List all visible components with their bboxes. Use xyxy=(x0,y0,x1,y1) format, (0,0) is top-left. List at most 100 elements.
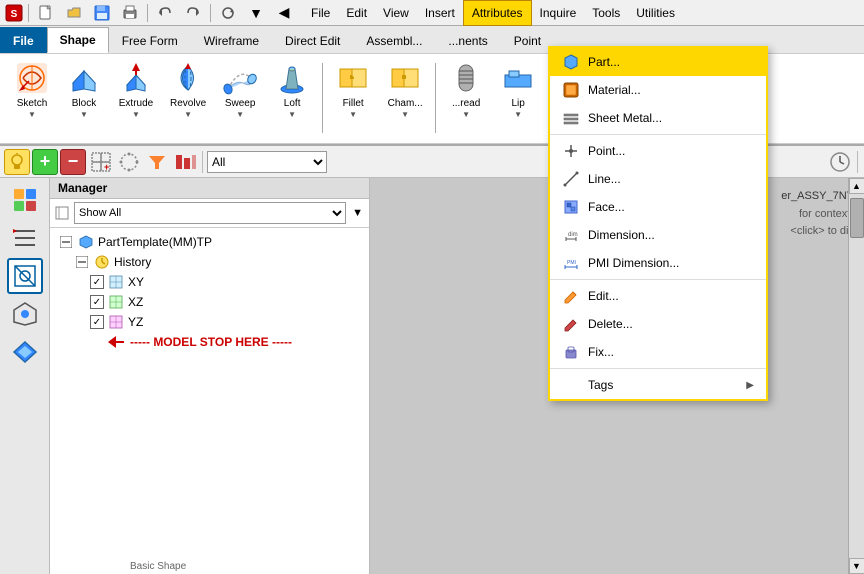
xy-plane-icon xyxy=(108,274,124,290)
pmi-menu-label: PMI Dimension... xyxy=(588,256,754,270)
sketch-icon xyxy=(14,60,50,96)
btn-loft[interactable]: Loft ▼ xyxy=(268,58,316,139)
btn-sweep[interactable]: Sweep ▼ xyxy=(216,58,264,139)
grid-add-btn[interactable]: + xyxy=(88,149,114,175)
btn-fillet[interactable]: Fillet ▼ xyxy=(329,58,377,139)
menu-item-delete[interactable]: Delete... xyxy=(550,310,766,338)
separator-2 xyxy=(550,279,766,280)
extrude-label: Extrude xyxy=(119,98,153,110)
btn-extrude[interactable]: Extrude ▼ xyxy=(112,58,160,139)
light-btn[interactable] xyxy=(4,149,30,175)
menu-item-tags[interactable]: Tags ▶ xyxy=(550,371,766,399)
tab-more[interactable]: ...nents xyxy=(435,27,500,53)
tab-wireframe[interactable]: Wireframe xyxy=(191,27,272,53)
tab-shape[interactable]: Shape xyxy=(47,27,109,53)
menu-edit[interactable]: Edit xyxy=(338,0,375,26)
menu-utilities[interactable]: Utilities xyxy=(628,0,683,26)
show-all-select[interactable]: Show All xyxy=(74,202,346,224)
filter-select[interactable]: All xyxy=(207,151,327,173)
menu-item-line[interactable]: Line... xyxy=(550,165,766,193)
lip-arrow: ▼ xyxy=(514,110,522,119)
menu-item-fix[interactable]: Fix... xyxy=(550,338,766,366)
xy-checkbox[interactable]: ✓ xyxy=(90,275,104,289)
circle-btn[interactable] xyxy=(116,149,142,175)
new-btn[interactable] xyxy=(33,0,59,26)
yz-plane-icon xyxy=(108,314,124,330)
btn-chamfer[interactable]: Cham... ▼ xyxy=(381,58,429,139)
clock-btn[interactable] xyxy=(827,149,853,175)
filter-btn[interactable] xyxy=(144,149,170,175)
redo-btn[interactable] xyxy=(180,0,206,26)
menu-file[interactable]: File xyxy=(303,0,338,26)
menu-item-dimension[interactable]: dim Dimension... xyxy=(550,221,766,249)
tree-root[interactable]: PartTemplate(MM)TP xyxy=(54,232,365,252)
btn-revolve[interactable]: Revolve ▼ xyxy=(164,58,212,139)
menu-tools[interactable]: Tools xyxy=(584,0,628,26)
sheet-metal-menu-label: Sheet Metal... xyxy=(588,111,754,125)
thread-arrow: ▼ xyxy=(462,110,470,119)
tree-xy[interactable]: ✓ XY xyxy=(86,272,365,292)
tab-freeform[interactable]: Free Form xyxy=(109,27,191,53)
scroll-up[interactable]: ▲ xyxy=(849,178,864,194)
btn-lip[interactable]: Lip ▼ xyxy=(494,58,542,139)
tab-point[interactable]: Point xyxy=(501,27,554,53)
sidebar-btn-2[interactable] xyxy=(7,220,43,256)
menu-item-face[interactable]: Face... xyxy=(550,193,766,221)
tree-xz[interactable]: ✓ XZ xyxy=(86,292,365,312)
scroll-down[interactable]: ▼ xyxy=(849,558,864,574)
menu-item-material[interactable]: Material... xyxy=(550,76,766,104)
xz-checkbox[interactable]: ✓ xyxy=(90,295,104,309)
menu-insert[interactable]: Insert xyxy=(417,0,463,26)
svg-text:+: + xyxy=(104,162,109,172)
rotate-down-btn[interactable]: ▼ xyxy=(243,0,269,26)
save-btn[interactable] xyxy=(89,0,115,26)
rotate-btn[interactable] xyxy=(215,0,241,26)
bars-btn[interactable] xyxy=(172,149,198,175)
sheet-metal-menu-icon xyxy=(562,109,580,127)
tab-directedit[interactable]: Direct Edit xyxy=(272,27,353,53)
scroll-thumb[interactable] xyxy=(850,198,864,238)
extrude-icon xyxy=(118,60,154,96)
sidebar-btn-1[interactable] xyxy=(7,182,43,218)
remove-btn[interactable]: − xyxy=(60,149,86,175)
sidebar-btn-5[interactable] xyxy=(7,334,43,370)
yz-checkbox[interactable]: ✓ xyxy=(90,315,104,329)
sidebar-btn-3[interactable] xyxy=(7,258,43,294)
sweep-icon xyxy=(222,60,258,96)
undo-btn[interactable] xyxy=(152,0,178,26)
btn-block[interactable]: Block ▼ xyxy=(60,58,108,139)
loft-arrow: ▼ xyxy=(288,110,296,119)
menu-attributes[interactable]: Attributes xyxy=(463,0,532,26)
menu-item-pmi[interactable]: PMI PMI Dimension... xyxy=(550,249,766,277)
block-arrow: ▼ xyxy=(80,110,88,119)
tab-assembly[interactable]: Assembl... xyxy=(353,27,435,53)
menu-item-sheet-metal[interactable]: Sheet Metal... xyxy=(550,104,766,132)
back-btn[interactable]: ◀ xyxy=(271,0,297,26)
fillet-arrow: ▼ xyxy=(349,110,357,119)
tree-yz[interactable]: ✓ YZ xyxy=(86,312,365,332)
menu-inquire[interactable]: Inquire xyxy=(532,0,585,26)
tab-file[interactable]: File xyxy=(0,27,47,53)
part-menu-icon xyxy=(562,53,580,71)
menu-view[interactable]: View xyxy=(375,0,417,26)
root-label: PartTemplate(MM)TP xyxy=(98,235,212,249)
assembly-text: er_ASSY_7NY xyxy=(781,188,854,206)
sketch-label: Sketch xyxy=(17,98,48,110)
tree-history[interactable]: History xyxy=(70,252,365,272)
right-scrollbar[interactable]: ▲ ▼ xyxy=(848,178,864,574)
add-btn[interactable]: + xyxy=(32,149,58,175)
sidebar-btn-4[interactable] xyxy=(7,296,43,332)
menu-item-edit[interactable]: Edit... xyxy=(550,282,766,310)
sweep-label: Sweep xyxy=(225,98,256,110)
menu-item-part[interactable]: Part... xyxy=(550,48,766,76)
btn-sketch[interactable]: Sketch ▼ xyxy=(8,58,56,139)
open-btn[interactable] xyxy=(61,0,87,26)
print-btn[interactable] xyxy=(117,0,143,26)
dropdown-menu: Part... Material... Sheet Metal... xyxy=(548,46,768,401)
svg-text:S: S xyxy=(11,9,18,20)
part-menu-label: Part... xyxy=(588,55,754,69)
manager-panel: Manager Show All ▼ PartTemplate(MM)TP xyxy=(50,178,370,574)
manager-header: Manager xyxy=(50,178,369,199)
menu-item-point[interactable]: Point... xyxy=(550,137,766,165)
btn-thread[interactable]: ...read ▼ xyxy=(442,58,490,139)
